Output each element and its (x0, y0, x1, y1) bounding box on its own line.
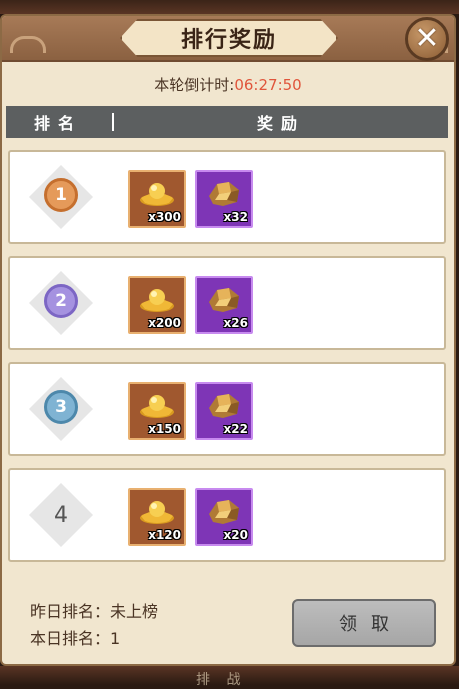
reward-quantity: x20 (223, 528, 248, 542)
reward-item-gold[interactable]: x120 (128, 488, 186, 546)
countdown: 本轮倒计时:06:27:50 (2, 74, 454, 95)
table-row: 3 x150 x22 (8, 362, 446, 456)
reward-item-gold[interactable]: x150 (128, 382, 186, 440)
table-row: 1 x300 x32 (8, 150, 446, 244)
column-header-reward: 奖励 (256, 114, 305, 133)
countdown-label: 本轮倒计时: (154, 76, 235, 94)
table-row: 2 x200 x26 (8, 256, 446, 350)
rank-reward-dialog: 排行奖励 ✕ 本轮倒计时:06:27:50 排名 奖励 1 x300 x32 2… (0, 14, 456, 666)
decorative-swirl-left (10, 36, 46, 53)
rank-medal-blue-icon: 3 (44, 390, 78, 424)
rank-medal-gold-icon: 1 (44, 178, 78, 212)
reward-quantity: x300 (148, 210, 181, 224)
ore-icon (209, 394, 239, 418)
rank-medal-purple-icon: 2 (44, 284, 78, 318)
reward-quantity: x26 (223, 316, 248, 330)
ore-icon (209, 182, 239, 206)
claim-button[interactable]: 领取 (292, 599, 436, 647)
reward-item-gold[interactable]: x300 (128, 170, 186, 228)
reward-item-ore[interactable]: x32 (195, 170, 253, 228)
reward-quantity: x32 (223, 210, 248, 224)
gold-ingot-icon (140, 289, 174, 312)
reward-quantity: x22 (223, 422, 248, 436)
table-header: 排名 奖励 (6, 106, 448, 138)
dialog-header: 排行奖励 ✕ (2, 16, 454, 62)
yesterday-rank: 昨日排名：未上榜 (30, 602, 159, 621)
gold-ingot-icon (140, 183, 174, 206)
gold-ingot-icon (140, 395, 174, 418)
close-button[interactable]: ✕ (405, 17, 449, 61)
reward-item-ore[interactable]: x20 (195, 488, 253, 546)
rank-status: 昨日排名：未上榜 本日排名：1 (30, 598, 158, 652)
gold-ingot-icon (140, 501, 174, 524)
ore-icon (209, 288, 239, 312)
reward-item-ore[interactable]: x26 (195, 276, 253, 334)
close-icon: ✕ (414, 21, 440, 56)
countdown-time: 06:27:50 (234, 76, 302, 94)
today-rank: 本日排名：1 (30, 629, 121, 648)
reward-item-gold[interactable]: x200 (128, 276, 186, 334)
ore-icon (209, 500, 239, 524)
column-header-rank: 排名 (33, 114, 82, 133)
dialog-title: 排行奖励 (180, 28, 277, 53)
reward-quantity: x120 (148, 528, 181, 542)
table-row: 4 x120 x20 (8, 468, 446, 562)
reward-quantity: x200 (148, 316, 181, 330)
game-background-top (0, 0, 459, 14)
rank-number: 4 (54, 502, 68, 528)
reward-item-ore[interactable]: x22 (195, 382, 253, 440)
reward-quantity: x150 (148, 422, 181, 436)
background-button-label: 排 战 (196, 672, 247, 688)
